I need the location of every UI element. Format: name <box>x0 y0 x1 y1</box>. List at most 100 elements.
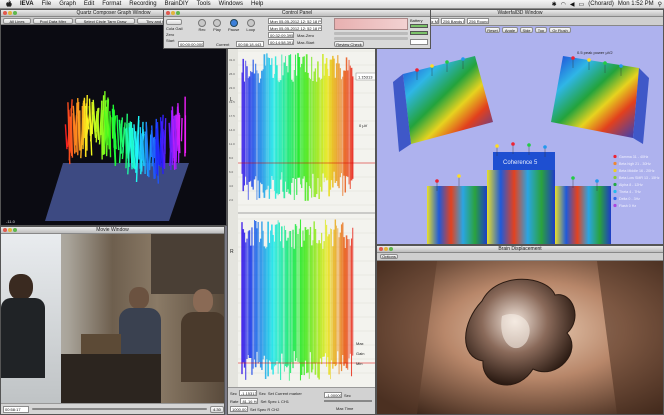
qc-all-lines-button[interactable]: All Lines <box>3 18 31 24</box>
wf-angle-button[interactable]: Angle <box>502 27 518 33</box>
ch1-label[interactable]: Set Spec L CH1 <box>260 399 289 404</box>
frequency-tick: 4.0 <box>229 184 234 188</box>
slider-2[interactable] <box>334 37 408 40</box>
play-button[interactable]: Play <box>213 19 221 32</box>
frequency-tick: 14.0 <box>229 128 235 132</box>
date-field-1[interactable]: Mon 05-05-2012 12: 52 18 PM <box>268 18 322 24</box>
menu-clock[interactable]: Mon 1:52 PM <box>616 1 656 7</box>
time-field-1[interactable]: 00:32:09.395 <box>268 32 294 38</box>
movie-titlebar[interactable]: Movie Window <box>1 227 224 234</box>
cola-gail-button[interactable] <box>166 19 182 25</box>
sec-field[interactable]: -1.15313 <box>238 390 257 396</box>
movie-scrubber[interactable] <box>32 408 207 410</box>
menu-windows[interactable]: Windows <box>215 1 247 7</box>
minimize-icon[interactable] <box>384 247 388 251</box>
qc-spectrum-bar <box>96 110 99 132</box>
minimize-icon[interactable] <box>171 11 175 15</box>
loop-label: Loop <box>246 27 256 32</box>
menu-help[interactable]: Help <box>247 1 267 7</box>
zoom-icon[interactable] <box>176 11 180 15</box>
legend-swatch <box>613 203 617 208</box>
volume-icon[interactable]: ◀ <box>568 1 577 8</box>
max-time-slider[interactable] <box>324 400 372 402</box>
menu-user[interactable]: (Chorard) <box>586 1 616 7</box>
battery-level <box>410 24 428 28</box>
wf-bands-field[interactable]: 256 Bands FFT <box>441 18 465 24</box>
brain-scene[interactable] <box>377 261 663 414</box>
time-field-2[interactable]: 00:14:58.391 <box>268 39 294 45</box>
peak-marker <box>430 64 434 68</box>
menu-braindiy[interactable]: BrainDIY <box>161 1 193 7</box>
gain-controls: Max Gain Min <box>356 341 364 366</box>
pause-button[interactable]: Pause <box>228 19 239 32</box>
close-icon[interactable] <box>379 247 383 251</box>
peak-marker <box>461 57 465 61</box>
waterfall-title: Waterfall3D Window <box>497 10 543 16</box>
rec-button[interactable]: Rec <box>198 19 206 32</box>
menu-edit[interactable]: Edit <box>80 1 98 7</box>
wf-side-button[interactable]: Side <box>520 27 533 33</box>
max-time-label: Max Time <box>336 406 354 411</box>
zoom-icon[interactable] <box>389 247 393 251</box>
pause-icon <box>229 19 238 27</box>
close-icon[interactable] <box>3 11 7 15</box>
control-titlebar[interactable]: Control Panel <box>164 10 430 17</box>
qc-pool-data-button[interactable]: Pool Data Mtrx <box>33 18 73 24</box>
qc-title: Quartz Composer Graph Window <box>76 10 151 16</box>
start-time-field[interactable]: 00:00:00.000 <box>178 41 204 47</box>
minimize-icon[interactable] <box>8 228 12 232</box>
minimize-icon[interactable] <box>8 11 12 15</box>
zero-label: Zero <box>166 32 175 37</box>
bluetooth-icon[interactable]: ✱ <box>550 1 559 8</box>
wf-gr-flush-button[interactable]: Gr Flush <box>549 27 571 33</box>
battery-label: Battery <box>410 18 423 23</box>
slider-1[interactable] <box>334 32 408 35</box>
movie-window: Movie Window 00:58:17 4.30 <box>0 226 225 415</box>
legend-label: Beta high 21 - 30Hz <box>619 162 651 166</box>
apple-icon[interactable] <box>5 0 13 8</box>
date-field-2[interactable]: Mon 05-05-2012 12: 52 18 PM <box>268 25 322 31</box>
close-icon[interactable] <box>166 11 170 15</box>
qc-3d-graph[interactable]: -11.0 <box>1 25 226 226</box>
eeg-waveform-plot[interactable]: L R 1.15313 0 µV 31.026.023.019.517.514.… <box>228 41 376 387</box>
waterfall-3d-view[interactable]: 0.5 peak power μV2 Coherence 5 Gamma 31 … <box>377 26 663 244</box>
movie-frame[interactable] <box>1 234 224 404</box>
peak-marker <box>511 142 515 146</box>
tabletop-items <box>81 334 121 354</box>
qc-spectrum-bar <box>141 136 144 161</box>
menu-graph[interactable]: Graph <box>55 1 80 7</box>
brain-titlebar[interactable]: Brain Displacement <box>377 246 663 253</box>
loop-button[interactable]: Loop <box>246 19 255 32</box>
wf-reset-button[interactable]: Reset <box>485 27 500 33</box>
qc-spectrum-bar <box>122 127 125 153</box>
qc-corner-readout: -11.0 <box>6 219 16 224</box>
rate-field[interactable]: 81.16 Hz <box>240 398 259 404</box>
zoom-icon[interactable] <box>13 11 17 15</box>
brain-options-button[interactable]: Options <box>380 254 398 259</box>
menu-recording[interactable]: Recording <box>125 1 160 7</box>
menu-app[interactable]: IEVA <box>16 1 38 7</box>
wifi-icon[interactable]: ◠ <box>559 1 568 8</box>
current-time-field[interactable]: 00:58:18.443 <box>236 41 264 47</box>
wf-rounding-field[interactable]: 256 Rounding <box>467 18 489 24</box>
movie-right-field[interactable]: 4.30 <box>210 405 224 413</box>
close-icon[interactable] <box>3 228 7 232</box>
control-extra-field[interactable] <box>410 39 428 45</box>
zoom-icon[interactable] <box>13 228 17 232</box>
menu-file[interactable]: File <box>38 1 56 7</box>
spotlight-icon[interactable]: ⚲ <box>656 1 664 8</box>
avg-field[interactable]: 1000.00 <box>230 406 248 412</box>
movie-timecode[interactable]: 00:58:17 <box>3 405 29 413</box>
battery-icon[interactable]: ▭ <box>577 1 587 8</box>
wf-top-button[interactable]: Top <box>535 27 547 33</box>
ch2-label[interactable]: Set Spec R CH2 <box>250 407 279 412</box>
menu-format[interactable]: Format <box>98 1 125 7</box>
current-marker-label[interactable]: Set Current marker <box>268 391 302 396</box>
qc-spectrum-bar <box>116 115 120 151</box>
sec-right-field[interactable]: -1.00000 <box>324 392 342 398</box>
rec-label: Rec <box>198 27 206 32</box>
legend-swatch <box>613 161 617 166</box>
menu-tools[interactable]: Tools <box>193 1 215 7</box>
review-check-button[interactable]: Review Check <box>334 41 364 47</box>
qc-select-circle-button[interactable]: Select Circle Tarry Draw <box>75 18 135 24</box>
